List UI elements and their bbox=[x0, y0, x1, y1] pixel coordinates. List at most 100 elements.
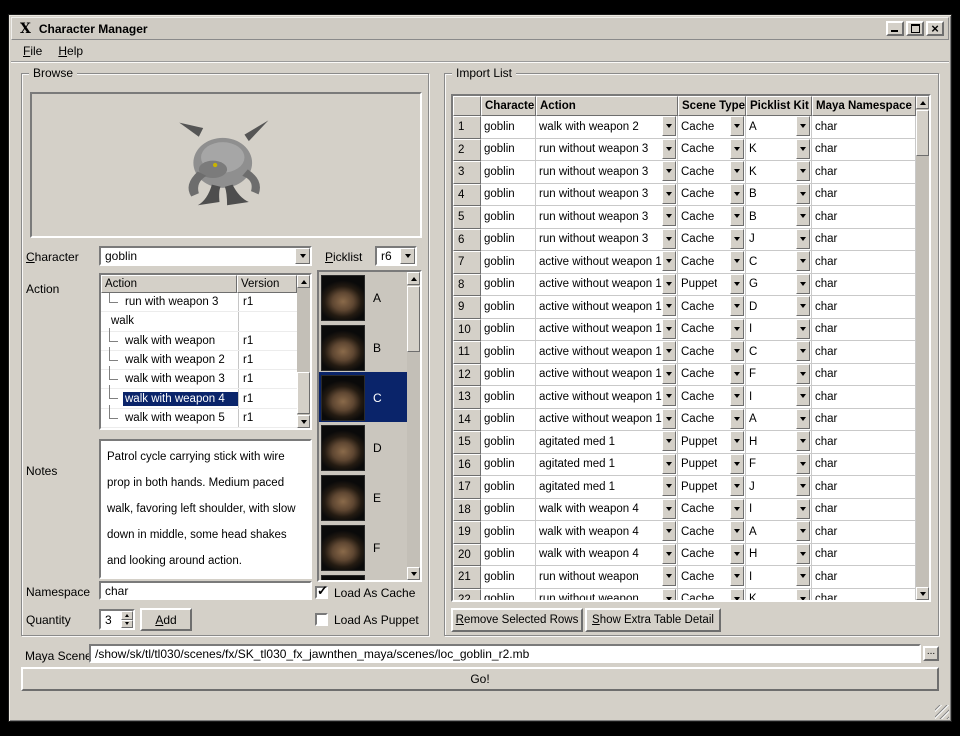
column-header-maya-namespace[interactable]: Maya Namespace bbox=[812, 96, 916, 116]
cell-maya-namespace[interactable]: char bbox=[812, 341, 916, 364]
scroll-down-button[interactable] bbox=[297, 415, 310, 428]
cell-scene-type[interactable]: Cache bbox=[678, 521, 746, 544]
cell-picklist-kit[interactable]: H bbox=[746, 431, 812, 454]
cell-picklist-kit[interactable]: C bbox=[746, 251, 812, 274]
import-row[interactable]: 6 goblin run without weapon 3 Cache J bbox=[453, 229, 916, 252]
cell-maya-namespace[interactable]: char bbox=[812, 184, 916, 207]
scroll-down-button[interactable] bbox=[916, 587, 929, 600]
dropdown-button[interactable] bbox=[796, 319, 810, 339]
cell-character[interactable]: goblin bbox=[481, 139, 536, 162]
dropdown-button[interactable] bbox=[662, 139, 676, 159]
import-table-scrollbar[interactable] bbox=[916, 96, 929, 600]
import-row[interactable]: 3 goblin run without weapon 3 Cache K bbox=[453, 161, 916, 184]
dropdown-button[interactable] bbox=[662, 476, 676, 496]
dropdown-button[interactable] bbox=[796, 386, 810, 406]
cell-scene-type[interactable]: Cache bbox=[678, 589, 746, 601]
scroll-up-button[interactable] bbox=[297, 275, 310, 288]
cell-action[interactable]: active without weapon 1 bbox=[536, 341, 678, 364]
dropdown-button[interactable] bbox=[662, 341, 676, 361]
cell-action[interactable]: run without weapon 3 bbox=[536, 206, 678, 229]
dropdown-button[interactable] bbox=[730, 251, 744, 271]
cell-scene-type[interactable]: Cache bbox=[678, 319, 746, 342]
cell-picklist-kit[interactable]: K bbox=[746, 161, 812, 184]
column-header-action[interactable]: Action bbox=[536, 96, 678, 116]
dropdown-button[interactable] bbox=[796, 566, 810, 586]
notes-textarea[interactable]: Patrol cycle carrying stick with wire pr… bbox=[99, 439, 312, 579]
dropdown-button[interactable] bbox=[730, 274, 744, 294]
scroll-up-button[interactable] bbox=[916, 96, 929, 109]
cell-character[interactable]: goblin bbox=[481, 116, 536, 139]
dropdown-button[interactable] bbox=[730, 364, 744, 384]
cell-scene-type[interactable]: Cache bbox=[678, 386, 746, 409]
cell-character[interactable]: goblin bbox=[481, 521, 536, 544]
dropdown-button[interactable] bbox=[730, 161, 744, 181]
cell-picklist-kit[interactable]: I bbox=[746, 386, 812, 409]
picklist-thumb[interactable]: E bbox=[319, 472, 407, 522]
dropdown-button[interactable] bbox=[730, 521, 744, 541]
cell-scene-type[interactable]: Cache bbox=[678, 409, 746, 432]
dropdown-button[interactable] bbox=[730, 116, 744, 136]
dropdown-button[interactable] bbox=[662, 454, 676, 474]
dropdown-button[interactable] bbox=[796, 454, 810, 474]
dropdown-button[interactable] bbox=[796, 184, 810, 204]
scrollbar-thumb[interactable] bbox=[297, 372, 310, 414]
cell-maya-namespace[interactable]: char bbox=[812, 521, 916, 544]
dropdown-button[interactable] bbox=[730, 139, 744, 159]
cell-action[interactable]: active without weapon 1 bbox=[536, 274, 678, 297]
cell-maya-namespace[interactable]: char bbox=[812, 431, 916, 454]
resize-grip[interactable] bbox=[935, 705, 949, 719]
picklist-thumb[interactable] bbox=[319, 572, 407, 580]
picklist-thumb[interactable]: C bbox=[319, 372, 407, 422]
cell-action[interactable]: walk with weapon 4 bbox=[536, 499, 678, 522]
dropdown-button[interactable] bbox=[662, 229, 676, 249]
import-row[interactable]: 19 goblin walk with weapon 4 Cache A bbox=[453, 521, 916, 544]
dropdown-button[interactable] bbox=[796, 364, 810, 384]
cell-scene-type[interactable]: Puppet bbox=[678, 454, 746, 477]
cell-character[interactable]: goblin bbox=[481, 296, 536, 319]
dropdown-button[interactable] bbox=[796, 544, 810, 564]
dropdown-button[interactable] bbox=[796, 274, 810, 294]
import-row[interactable]: 14 goblin active without weapon 1 Cache … bbox=[453, 409, 916, 432]
cell-maya-namespace[interactable]: char bbox=[812, 589, 916, 601]
cell-character[interactable]: goblin bbox=[481, 184, 536, 207]
dropdown-button[interactable] bbox=[400, 248, 415, 264]
dropdown-button[interactable] bbox=[796, 341, 810, 361]
cell-character[interactable]: goblin bbox=[481, 454, 536, 477]
character-combobox[interactable]: goblin bbox=[99, 246, 312, 266]
cell-picklist-kit[interactable]: B bbox=[746, 184, 812, 207]
action-table-scrollbar[interactable] bbox=[297, 275, 310, 428]
cell-action[interactable]: run without weapon 3 bbox=[536, 161, 678, 184]
cell-action[interactable]: run without weapon 3 bbox=[536, 229, 678, 252]
cell-character[interactable]: goblin bbox=[481, 229, 536, 252]
cell-action[interactable]: run without weapon bbox=[536, 566, 678, 589]
dropdown-button[interactable] bbox=[662, 161, 676, 181]
import-row[interactable]: 17 goblin agitated med 1 Puppet J bbox=[453, 476, 916, 499]
dropdown-button[interactable] bbox=[730, 319, 744, 339]
dropdown-button[interactable] bbox=[662, 296, 676, 316]
dropdown-button[interactable] bbox=[796, 409, 810, 429]
action-tree-row[interactable]: walk with weapon 4 r1 bbox=[101, 389, 297, 408]
cell-character[interactable]: goblin bbox=[481, 206, 536, 229]
cell-character[interactable]: goblin bbox=[481, 341, 536, 364]
dropdown-button[interactable] bbox=[796, 251, 810, 271]
dropdown-button[interactable] bbox=[730, 431, 744, 451]
dropdown-button[interactable] bbox=[662, 319, 676, 339]
cell-character[interactable]: goblin bbox=[481, 589, 536, 601]
close-button[interactable]: × bbox=[926, 21, 944, 36]
cell-action[interactable]: agitated med 1 bbox=[536, 431, 678, 454]
picklist-thumb[interactable]: B bbox=[319, 322, 407, 372]
cell-scene-type[interactable]: Cache bbox=[678, 544, 746, 567]
action-tree-row[interactable]: walk with weapon 5 r1 bbox=[101, 409, 297, 428]
import-row[interactable]: 4 goblin run without weapon 3 Cache B bbox=[453, 184, 916, 207]
dropdown-button[interactable] bbox=[796, 116, 810, 136]
titlebar[interactable]: X Character Manager × bbox=[11, 17, 949, 40]
dropdown-button[interactable] bbox=[730, 229, 744, 249]
cell-action[interactable]: walk with weapon 2 bbox=[536, 116, 678, 139]
cell-character[interactable]: goblin bbox=[481, 386, 536, 409]
dropdown-button[interactable] bbox=[662, 544, 676, 564]
import-row[interactable]: 12 goblin active without weapon 1 Cache … bbox=[453, 364, 916, 387]
maya-scene-input[interactable] bbox=[89, 644, 921, 663]
dropdown-button[interactable] bbox=[662, 364, 676, 384]
dropdown-button[interactable] bbox=[730, 589, 744, 601]
cell-character[interactable]: goblin bbox=[481, 544, 536, 567]
